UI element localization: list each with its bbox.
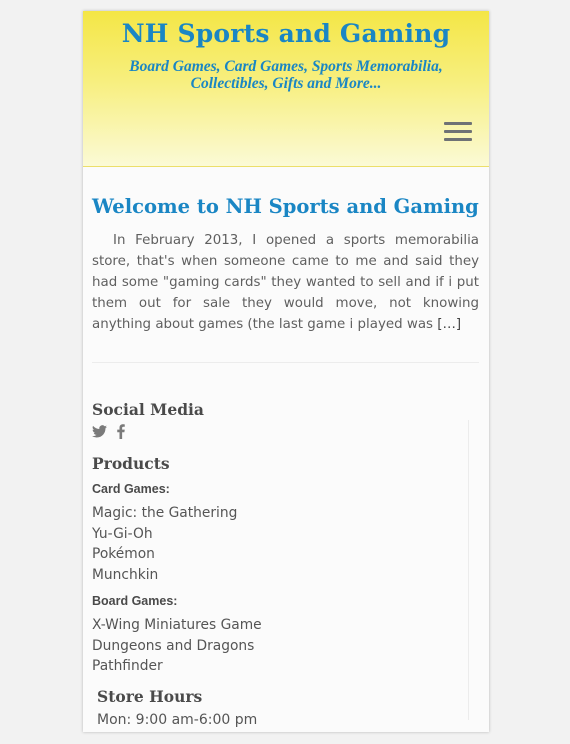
store-hours-line: Mon: 9:00 am-6:00 pm [97,711,258,728]
board-games-list: X-Wing Miniatures Game Dungeons and Drag… [92,615,479,677]
card-games-heading: Card Games: [92,482,170,496]
list-item: Munchkin [92,566,159,583]
list-item: Pathfinder [92,658,163,674]
site-tagline: Board Games, Card Games, Sports Memorabi… [129,58,443,92]
card-games-list: Magic: the Gathering Yu-Gi-Oh Pokémon Mu… [92,503,479,585]
content-divider [92,362,479,363]
store-hours-title: Store Hours [97,686,203,706]
facebook-icon[interactable] [117,424,126,444]
site-title[interactable]: NH Sports and Gaming [83,11,489,48]
list-item: Dungeons and Dragons [92,637,255,654]
site-header: NH Sports and Gaming Board Games, Card G… [83,11,489,167]
list-item: Magic: the Gathering [92,505,238,521]
products-title: Products [92,454,170,473]
post-title-link[interactable]: Welcome to NH Sports and Gaming [92,195,479,218]
post-article: Welcome to NH Sports and Gaming In Febru… [92,195,479,335]
excerpt-text: In February 2013, I opened a sports memo… [92,233,479,332]
page-container: NH Sports and Gaming Board Games, Card G… [83,11,489,732]
hamburger-menu-icon[interactable] [444,122,472,142]
sidebar-rule [468,420,469,720]
twitter-icon[interactable] [92,425,107,443]
menu-bar [444,130,472,133]
list-item: X-Wing Miniatures Game [92,617,262,633]
list-item: Yu-Gi-Oh [92,525,153,542]
read-more-link[interactable]: […] [437,317,461,332]
social-media-title: Social Media [92,400,204,419]
sidebar: Social Media Products Card Games: Magic:… [92,400,479,728]
main-content: Welcome to NH Sports and Gaming In Febru… [83,195,489,728]
menu-bar [444,138,472,141]
board-games-heading: Board Games: [92,594,178,608]
social-icons [92,424,479,442]
menu-bar [444,122,472,125]
list-item: Pokémon [92,546,155,562]
post-excerpt: In February 2013, I opened a sports memo… [92,230,479,335]
